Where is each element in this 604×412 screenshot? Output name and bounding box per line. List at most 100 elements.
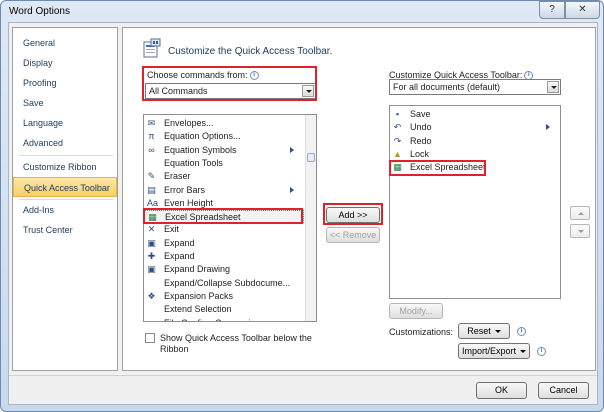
command-item-label: Eraser — [164, 171, 191, 182]
reset-button[interactable]: Reset — [458, 323, 510, 339]
command-item-label: Equation Options... — [164, 131, 241, 142]
nav-item-customize-ribbon[interactable]: Customize Ribbon — [13, 157, 117, 177]
import-export-button[interactable]: Import/Export — [458, 343, 530, 359]
highlight-excel-spreadsheet — [143, 208, 303, 224]
commands-scrollbar[interactable] — [305, 115, 316, 321]
nav-item-general[interactable]: General — [13, 33, 117, 53]
command-item[interactable]: Extend Selection — [144, 303, 304, 316]
command-item-label: Expand/Collapse Subdocume... — [164, 277, 291, 288]
command-item[interactable]: ▤ Error Bars — [144, 184, 304, 197]
highlight-qat-excel — [389, 160, 486, 176]
show-below-ribbon-label-2: Ribbon — [160, 344, 189, 354]
title-bar: Word Options ? ✕ — [1, 1, 603, 21]
command-item-label: Expansion Packs — [164, 290, 234, 301]
reset-label: Reset — [467, 326, 491, 336]
move-up-button[interactable] — [570, 206, 590, 220]
exit-icon: ✕ — [147, 224, 156, 235]
command-item[interactable]: ✕ Exit — [144, 223, 304, 236]
undo-icon: ↶ — [393, 122, 402, 133]
modify-button[interactable]: Modify... — [389, 303, 443, 319]
options-nav: General Display Proofing Save Language A… — [12, 27, 118, 371]
nav-item-trust-center[interactable]: Trust Center — [13, 220, 117, 240]
nav-item-quick-access-toolbar[interactable]: Quick Access Toolbar — [13, 177, 117, 197]
nav-item-save[interactable]: Save — [13, 93, 117, 113]
expansion-packs-icon: ❖ — [147, 290, 156, 301]
command-item[interactable]: ∞ Equation Symbols — [144, 144, 304, 157]
cancel-button[interactable]: Cancel — [538, 382, 589, 399]
command-item[interactable]: Equation Tools — [144, 157, 304, 170]
scroll-thumb[interactable] — [307, 153, 315, 162]
command-item-label: Equation Symbols — [164, 144, 237, 155]
error-bars-icon: ▤ — [147, 184, 156, 195]
qat-icon — [143, 38, 161, 58]
command-item-label: Expand — [164, 251, 195, 261]
chevron-down-icon — [494, 330, 501, 334]
footer-divider — [9, 375, 597, 376]
blank-icon — [147, 319, 156, 322]
redo-icon: ↷ — [393, 135, 402, 146]
dialog-body: General Display Proofing Save Language A… — [8, 22, 598, 405]
nav-item-language[interactable]: Language — [13, 113, 117, 133]
help-button[interactable]: ? — [539, 1, 565, 19]
nav-item-display[interactable]: Display — [13, 53, 117, 73]
qat-item-label: Redo — [410, 135, 432, 146]
highlight-choose-commands — [142, 66, 317, 101]
customize-qat-dropdown[interactable]: For all documents (default) — [389, 79, 561, 95]
even-height-icon: Aa — [147, 197, 159, 208]
move-down-button[interactable] — [570, 224, 590, 238]
qat-item[interactable]: ▲ Lock — [390, 148, 560, 161]
nav-item-add-ins[interactable]: Add-Ins — [13, 200, 117, 220]
nav-divider — [19, 155, 113, 156]
command-item[interactable]: ✚ Expand — [144, 250, 304, 263]
qat-item-label: Save — [410, 109, 431, 119]
command-item[interactable]: File Confirm Conversions — [144, 317, 304, 322]
expand-icon: ▣ — [147, 237, 156, 248]
blank-icon — [147, 305, 156, 314]
ok-button[interactable]: OK — [476, 382, 527, 399]
lock-icon: ▲ — [393, 148, 402, 159]
remove-button[interactable]: << Remove — [326, 227, 380, 243]
qat-item[interactable]: ↷ Redo — [390, 135, 560, 148]
submenu-arrow-icon — [546, 124, 550, 131]
qat-item-label: Lock — [410, 148, 430, 159]
command-item-label: Envelopes... — [164, 118, 214, 128]
qat-item-label: Undo — [410, 122, 432, 133]
command-item-label: Extend Selection — [164, 304, 232, 315]
highlight-add-button — [323, 203, 383, 225]
close-button[interactable]: ✕ — [565, 1, 600, 19]
info-icon[interactable]: i — [537, 347, 546, 356]
envelope-icon: ✉ — [147, 118, 156, 128]
info-icon[interactable]: i — [517, 327, 526, 336]
command-item[interactable]: Expand/Collapse Subdocume... — [144, 277, 304, 290]
qat-panel: Customize the Quick Access Toolbar. Choo… — [122, 27, 596, 371]
show-below-ribbon-checkbox[interactable] — [145, 333, 155, 343]
blank-icon — [147, 279, 156, 288]
infinity-icon: ∞ — [148, 144, 155, 155]
submenu-arrow-icon — [290, 186, 294, 193]
qat-item[interactable]: ↶ Undo — [390, 121, 560, 134]
submenu-arrow-icon — [290, 146, 294, 153]
customizations-label: Customizations: — [389, 327, 454, 337]
command-item[interactable]: ✎ Eraser — [144, 170, 304, 183]
command-item[interactable]: π Equation Options... — [144, 130, 304, 143]
expand-plus-icon: ✚ — [147, 251, 156, 261]
command-item-label: Expand — [164, 237, 195, 248]
chevron-down-icon — [520, 350, 527, 354]
command-item-label: File Confirm Conversions — [164, 317, 265, 322]
word-options-dialog: Word Options ? ✕ General Display Proofin… — [0, 0, 604, 412]
chevron-down-icon[interactable] — [547, 81, 559, 93]
command-item[interactable]: ▣ Expand — [144, 237, 304, 250]
nav-item-advanced[interactable]: Advanced — [13, 133, 117, 153]
customize-qat-value: For all documents (default) — [393, 82, 501, 92]
show-below-ribbon-label: Show Quick Access Toolbar below the — [160, 333, 312, 343]
nav-item-proofing[interactable]: Proofing — [13, 73, 117, 93]
command-item[interactable]: ❖ Expansion Packs — [144, 290, 304, 303]
blank-icon — [147, 159, 156, 168]
command-item[interactable]: ✉ Envelopes... — [144, 117, 304, 130]
qat-item[interactable]: ▪ Save — [390, 108, 560, 121]
qat-list[interactable]: ▪ Save ↶ Undo ↷ Redo ▲ Lock ▦ Excel Spreadsheet — [389, 105, 561, 299]
pi-icon: π — [148, 131, 155, 142]
command-item[interactable]: ▣ Expand Drawing — [144, 263, 304, 276]
command-item-label: Error Bars — [164, 184, 206, 195]
window-title: Word Options — [9, 6, 70, 17]
